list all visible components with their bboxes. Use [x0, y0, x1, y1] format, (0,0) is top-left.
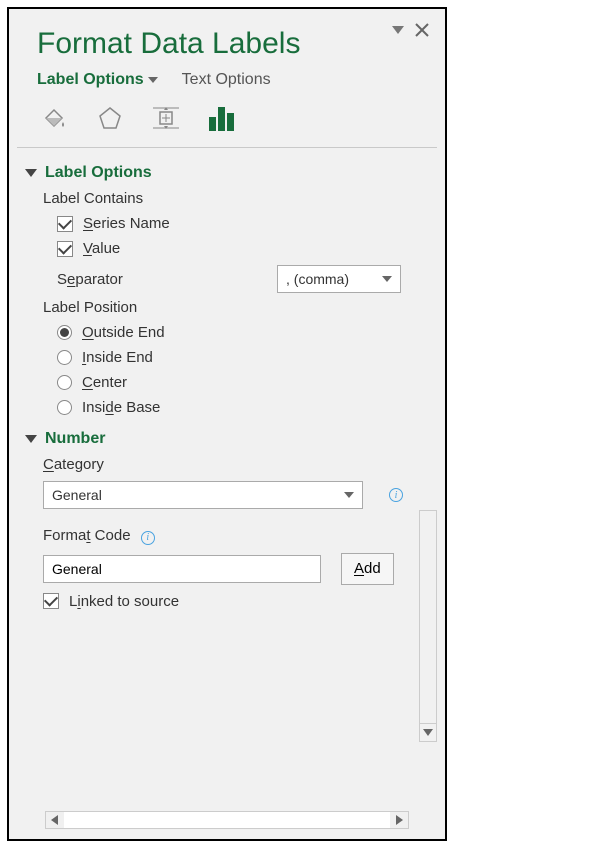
tab-label-options-text: Label Options	[37, 71, 144, 89]
checkbox-series-name[interactable]	[57, 216, 73, 232]
radio-center-label: CenterCenter	[82, 374, 127, 391]
radio-inside-end-label: Inside EndInside End	[82, 349, 153, 366]
format-code-label: Format CodeFormat Code i	[43, 527, 437, 545]
radio-outside-end[interactable]	[57, 325, 72, 340]
section-label-options[interactable]: Label Options	[25, 164, 437, 182]
separator-value: , (comma)	[286, 271, 349, 287]
checkbox-series-name-label: SSeries Nameeries Name	[83, 215, 170, 232]
checkbox-linked-to-source[interactable]	[43, 593, 59, 609]
tab-text-options[interactable]: Text Options	[182, 71, 271, 89]
tab-label-options[interactable]: Label Options	[37, 71, 158, 89]
pane-title: Format Data Labels	[37, 27, 417, 61]
radio-center[interactable]	[57, 375, 72, 390]
radio-inside-base[interactable]	[57, 400, 72, 415]
separator-label: SeparatorSeparator	[57, 271, 157, 288]
label-position-heading: Label Position	[43, 299, 437, 316]
label-options-chart-icon[interactable]	[203, 99, 241, 137]
scrollbar-track[interactable]	[64, 812, 390, 828]
section-number-title: Number	[45, 430, 105, 448]
checkbox-linked-label: Linked to sourceLinked to source	[69, 593, 179, 610]
section-number[interactable]: Number	[25, 430, 437, 448]
radio-outside-end-label: Outside EndOutside End	[82, 324, 165, 341]
horizontal-scrollbar[interactable]	[45, 811, 409, 829]
category-value: General	[52, 487, 102, 503]
radio-inside-base-label: Inside BaseInside Base	[82, 399, 160, 416]
format-code-input[interactable]	[43, 555, 321, 583]
format-data-labels-pane: Format Data Labels Label Options Text Op…	[7, 7, 447, 841]
add-button[interactable]: AddAdd	[341, 553, 394, 585]
size-properties-icon[interactable]	[147, 99, 185, 137]
category-label: CategoryCategory	[43, 456, 437, 473]
fill-line-icon[interactable]	[35, 99, 73, 137]
scroll-down-icon[interactable]	[420, 723, 436, 741]
chevron-down-icon	[344, 492, 354, 498]
info-icon[interactable]: i	[141, 531, 155, 545]
checkbox-value-label: VValuealue	[83, 240, 120, 257]
task-pane-options-icon[interactable]	[389, 21, 407, 39]
scroll-right-icon[interactable]	[390, 812, 408, 828]
chevron-down-icon	[148, 77, 158, 83]
info-icon[interactable]: i	[389, 488, 403, 502]
vertical-scrollbar[interactable]	[419, 510, 437, 742]
separator-select[interactable]: , (comma)	[277, 265, 401, 293]
scroll-left-icon[interactable]	[46, 812, 64, 828]
radio-inside-end[interactable]	[57, 350, 72, 365]
effects-icon[interactable]	[91, 99, 129, 137]
category-select[interactable]: General	[43, 481, 363, 509]
collapse-icon	[25, 169, 37, 177]
checkbox-value[interactable]	[57, 241, 73, 257]
close-icon[interactable]	[413, 21, 431, 39]
chevron-down-icon	[382, 276, 392, 282]
label-contains-heading: Label Contains	[43, 190, 437, 207]
collapse-icon	[25, 435, 37, 443]
section-label-options-title: Label Options	[45, 164, 152, 182]
